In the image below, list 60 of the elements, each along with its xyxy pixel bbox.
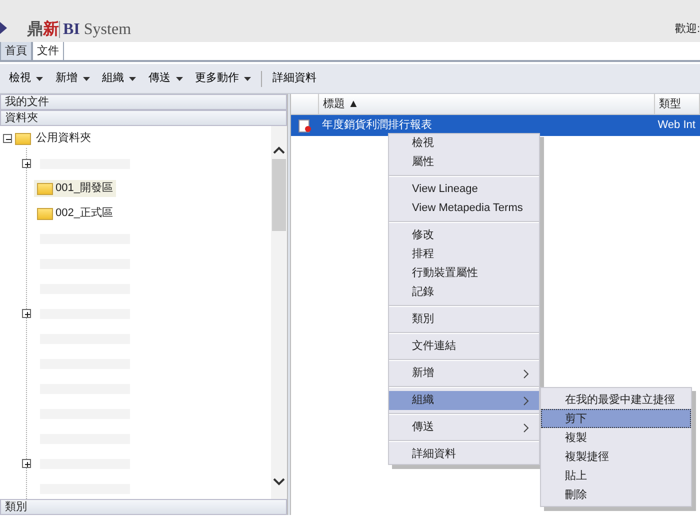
scrollbar[interactable] — [271, 126, 287, 499]
caret-icon — [176, 76, 183, 80]
column-header[interactable]: 標題 ▲ — [319, 94, 655, 114]
expand-icon[interactable] — [22, 309, 31, 318]
tree-item[interactable]: 公用資料夾 — [36, 130, 91, 147]
arrow-icon — [0, 22, 7, 34]
toolbar-button[interactable]: 詳細資料 — [266, 70, 322, 87]
expand-icon[interactable] — [22, 459, 31, 468]
menu-item[interactable]: 貼上 — [541, 466, 691, 485]
folder-icon — [36, 208, 53, 220]
dropdown-button[interactable]: 組織 — [96, 70, 142, 87]
splitter-handle[interactable] — [287, 94, 291, 515]
tab[interactable]: 首頁 — [0, 40, 32, 60]
menu-item[interactable]: 修改 — [389, 226, 539, 245]
folder-icon — [14, 132, 30, 144]
menu-item[interactable]: 剪下 — [541, 409, 691, 428]
scroll-thumb[interactable] — [272, 159, 286, 231]
tree-item[interactable]: 001_開發區 — [34, 180, 116, 197]
menu-item[interactable]: View Lineage — [389, 180, 539, 199]
chevron-right-icon — [523, 423, 529, 433]
menu-item[interactable]: 複製 — [541, 428, 691, 447]
table-row[interactable]: 年度銷貨利潤排行報表 Web Int — [291, 115, 700, 136]
menu-item[interactable]: 文件連結 — [389, 337, 539, 356]
menu-item[interactable]: 在我的最愛中建立捷徑 — [541, 390, 691, 409]
type-cell-text: Web Int — [656, 118, 696, 134]
welcome-text: 歡迎: — [674, 22, 700, 37]
menu-item[interactable]: 新增 — [389, 364, 539, 383]
menu-item[interactable]: 詳細資料 — [389, 445, 539, 464]
section-header[interactable]: 我的文件 — [0, 94, 287, 110]
chevron-right-icon — [523, 396, 529, 406]
menu-item[interactable]: 檢視 — [389, 134, 539, 153]
dropdown-button[interactable]: 檢視 — [2, 70, 50, 87]
menu-item[interactable]: 刪除 — [541, 485, 691, 504]
menu-item[interactable]: 屬性 — [389, 153, 539, 172]
collapse-icon[interactable] — [2, 134, 12, 143]
menu-item[interactable]: 類別 — [389, 310, 539, 329]
caret-icon — [36, 76, 44, 80]
expand-icon[interactable] — [22, 159, 31, 168]
title-cell-text: 年度銷貨利潤排行報表 — [320, 118, 433, 134]
caret-icon — [129, 76, 136, 80]
section-header[interactable]: 資料夾 — [0, 110, 287, 126]
column-header[interactable]: 類型 — [655, 94, 700, 114]
section-header[interactable]: 類別 — [0, 499, 287, 515]
tree-item[interactable]: 002_正式區 — [34, 205, 116, 222]
logo: 鼎新 BI System — [27, 19, 132, 40]
menu-item[interactable]: 排程 — [389, 245, 539, 264]
report-icon — [298, 118, 312, 132]
caret-icon — [244, 76, 252, 80]
menu-item[interactable]: 傳送 — [389, 418, 539, 437]
chevron-right-icon — [523, 369, 529, 379]
dropdown-button[interactable]: 傳送 — [142, 70, 189, 87]
dropdown-button[interactable]: 更多動作 — [188, 70, 258, 87]
menu-item[interactable]: 記錄 — [389, 283, 539, 302]
menu-item[interactable]: View Metapedia Terms — [389, 199, 539, 218]
tab[interactable]: 文件 — [32, 40, 64, 60]
menu-item[interactable]: 行動裝置屬性 — [389, 264, 539, 283]
dropdown-button[interactable]: 新增 — [49, 70, 96, 87]
menu-item[interactable]: 複製捷徑 — [541, 447, 691, 466]
menu-item[interactable]: 組織 — [389, 391, 539, 410]
caret-icon — [82, 76, 90, 80]
